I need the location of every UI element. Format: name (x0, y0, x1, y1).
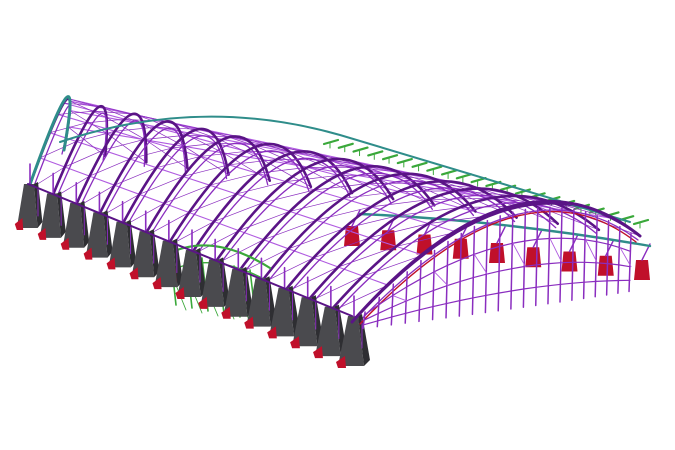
back-canopy-fin (367, 150, 384, 157)
back-canopy-fin (337, 142, 354, 149)
back-canopy-fin (396, 157, 413, 165)
end-wall-column (418, 259, 422, 323)
end-wall-brace (473, 254, 488, 275)
back-bearing-block (634, 260, 650, 280)
end-wall-column (559, 207, 563, 303)
back-bearing-block (561, 251, 578, 272)
end-wall-column (497, 215, 501, 312)
end-wall-column (522, 208, 527, 309)
back-bearing-block (597, 255, 614, 276)
end-wall-column (535, 207, 539, 307)
front-supports-layer (14, 163, 370, 368)
end-wall-brace (512, 242, 526, 267)
back-canopy-fin (455, 173, 472, 180)
back-column (605, 239, 615, 257)
back-canopy-fin (381, 154, 399, 161)
roof-bracing (276, 159, 328, 161)
end-wall-column (431, 249, 436, 321)
back-canopy-fin (632, 218, 650, 226)
back-canopy-fin (322, 138, 340, 146)
end-wall-brace (585, 239, 598, 264)
back-canopy-fin (411, 161, 428, 168)
end-wall-column (582, 211, 587, 300)
end-wall-column (376, 296, 381, 328)
end-wall-brace (434, 271, 449, 287)
end-wall-column (484, 219, 489, 314)
end-wall-column (471, 225, 476, 316)
end-wall-brace (392, 295, 408, 302)
end-wall-column (617, 225, 621, 294)
back-canopy-fin (440, 169, 458, 176)
arch-lower-chord (99, 127, 187, 223)
end-wall-column (571, 208, 575, 301)
gable-edge-beam (26, 95, 72, 192)
end-wall-brace (549, 238, 563, 264)
end-wall-column (445, 240, 449, 319)
structural-model-viewport (0, 0, 675, 450)
end-wall-column (605, 219, 610, 296)
back-canopy-fin (426, 165, 443, 172)
back-canopy-fin (352, 146, 369, 153)
back-column (496, 226, 506, 244)
steel-roof-structure-3d-model (14, 95, 652, 368)
